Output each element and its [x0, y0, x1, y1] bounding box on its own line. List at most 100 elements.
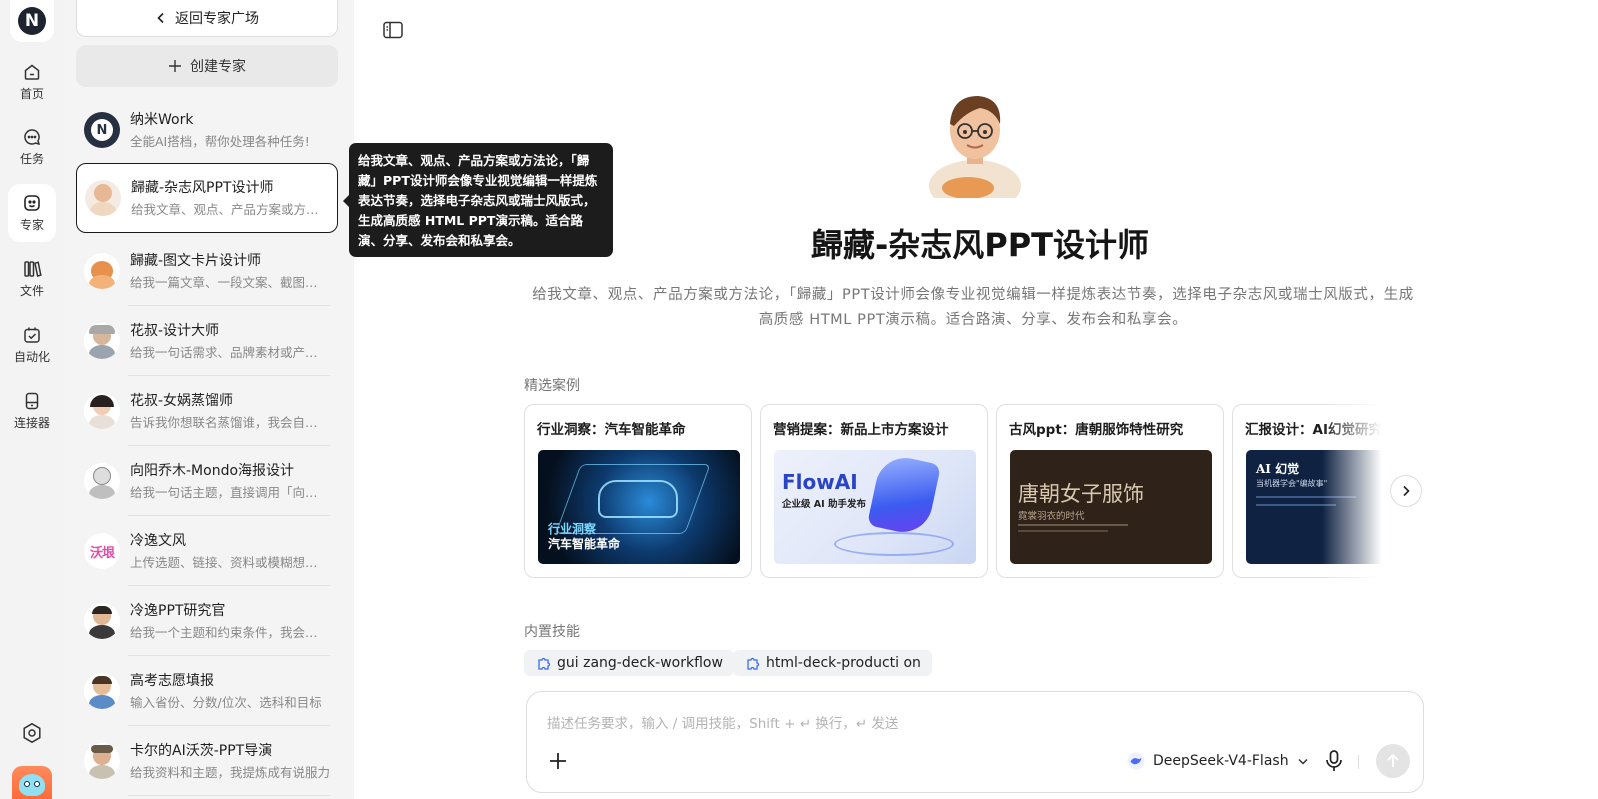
create-button-label: 创建专家 [190, 59, 246, 75]
expert-item[interactable]: 冷逸PPT研究官给我一个主题和约束条件，我会用研究 [76, 586, 338, 656]
expert-desc: 上传选题、链接、资料或模糊想法给我 [130, 554, 330, 570]
expert-title: 歸藏-杂志风PPT设计师 [810, 226, 1150, 264]
rail-label-tasks: 任务 [19, 152, 44, 166]
home-icon [24, 64, 40, 80]
expert-desc: 输入省份、分数/位次、选科和目标 [130, 694, 322, 710]
case-img-heading: 唐朝女子服饰 [1018, 482, 1144, 506]
rail-label-automation: 自动化 [13, 350, 50, 364]
model-selector[interactable]: DeepSeek-V4-Flash [1127, 750, 1309, 772]
puzzle-icon [538, 657, 551, 670]
add-attachment-icon[interactable] [547, 750, 569, 772]
books-icon [24, 261, 42, 277]
expert-name: 花叔-设计大师 [130, 322, 220, 339]
skill-label: gui zang-deck-workflow [557, 655, 723, 671]
back-button-label: 返回专家广场 [175, 11, 259, 27]
expert-item[interactable]: 高考志愿填报输入省份、分数/位次、选科和目标 [76, 656, 338, 726]
expert-item[interactable]: 向阳乔木-Mondo海报设计给我一句话主题，直接调用「向日葵」 [76, 446, 338, 516]
rail-label-experts: 专家 [19, 218, 44, 232]
case-img-sub: 霓裳羽衣的时代 [1018, 511, 1085, 522]
expert-logo-text: 沃垠 [89, 545, 115, 561]
expert-hero-avatar [929, 96, 1021, 198]
case-card[interactable]: 营销提案：新品上市方案设计 FlowAI 企业级 AI 助手发布 [760, 404, 988, 578]
expert-item-selected[interactable]: 歸藏-杂志风PPT设计师给我文章、观点、产品方案或方法论，「歸藏」PPT设计师会… [76, 163, 338, 233]
case-img-sub: 企业级 AI 助手发布 [782, 499, 867, 510]
case-card[interactable]: 古风ppt：唐朝服饰特性研究 唐朝女子服饰 霓裳羽衣的时代 [996, 404, 1224, 578]
carousel-fade [1322, 404, 1392, 580]
expert-avatar [84, 463, 120, 499]
case-img-brand: FlowAI [782, 470, 858, 494]
arrow-up-icon [1387, 753, 1399, 767]
rail-item-tasks[interactable]: 任务 [8, 118, 56, 176]
expert-desc: 给我一个主题和约束条件，我会用研究 [130, 624, 330, 640]
sidebar-toggle-icon[interactable] [383, 21, 403, 39]
chevron-down-icon [1298, 758, 1308, 765]
expert-item[interactable]: 歸藏-图文卡片设计师给我一篇文章、一段文案、截图或想法 [76, 236, 338, 306]
chat-bubble-icon [24, 129, 41, 146]
expert-name: 冷逸PPT研究官 [130, 602, 226, 619]
expert-avatar: 沃垠 [84, 533, 120, 569]
expert-avatar [85, 180, 121, 216]
case-carousel: 行业洞察：汽车智能革命 行业洞察 汽车智能革命 营销提案：新品上市方案设计 Fl… [524, 404, 1392, 580]
rail-item-files[interactable]: 文件 [8, 250, 56, 308]
case-title: 古风ppt：唐朝服饰特性研究 [1009, 422, 1184, 438]
case-img-sub: 当机器学会"编故事" [1256, 479, 1328, 488]
expert-name: 卡尔的AI沃茨-PPT导演 [130, 742, 273, 759]
rail-item-home[interactable]: 首页 [8, 53, 56, 111]
expert-name: 歸藏-图文卡片设计师 [130, 252, 262, 269]
expert-item[interactable]: 沃垠 冷逸文风上传选题、链接、资料或模糊想法给我 [76, 516, 338, 586]
user-avatar[interactable] [12, 766, 52, 799]
expert-name: 歸藏-杂志风PPT设计师 [131, 179, 274, 196]
expert-desc: 告诉我你想联名蒸馏谁，我会自动调研 [130, 414, 330, 430]
rail-label-files: 文件 [19, 284, 44, 298]
left-rail: N 首页 任务 专家 文件 自动化 连接器 [0, 0, 64, 799]
device-icon [25, 392, 39, 410]
skill-label: html-deck-producti on [766, 655, 921, 671]
puzzle-icon [747, 657, 760, 670]
expert-desc: 给我一篇文章、一段文案、截图或想法 [130, 274, 330, 290]
expert-name: 高考志愿填报 [130, 672, 214, 689]
composer-input[interactable]: 描述任务要求，输入 / 调用技能，Shift + ↵ 换行，↵ 发送 [547, 712, 898, 732]
case-card[interactable]: 行业洞察：汽车智能革命 行业洞察 汽车智能革命 [524, 404, 752, 578]
rail-item-connectors[interactable]: 连接器 [8, 382, 56, 440]
expert-desc: 给我文章、观点、产品方案或方法论，「歸藏」PPT设计师会像专业视觉编辑一样提炼表… [131, 201, 331, 217]
chevron-right-icon [1403, 485, 1410, 497]
carousel-next-button[interactable] [1390, 475, 1422, 507]
expert-item[interactable]: N 纳米Work 全能AI搭档，帮你处理各种任务! [76, 95, 338, 165]
cases-section-label: 精选案例 [524, 378, 580, 394]
rail-item-experts[interactable]: 专家 [8, 184, 56, 242]
calendar-check-icon [24, 327, 40, 343]
microphone-icon[interactable] [1323, 749, 1345, 773]
expert-name: 冷逸文风 [130, 532, 186, 549]
rail-item-automation[interactable]: 自动化 [8, 316, 56, 374]
expert-avatar [84, 743, 120, 779]
expert-name: 纳米Work [130, 111, 194, 128]
expert-item[interactable]: 花叔-女娲蒸馏师告诉我你想联名蒸馏谁，我会自动调研 [76, 376, 338, 446]
skill-chip[interactable]: gui zang-deck-workflow [524, 650, 734, 676]
plus-icon [169, 60, 181, 72]
expert-item[interactable]: 花叔-设计大师 给我一句话需求、品牌素材或产品截图 [76, 306, 338, 376]
message-composer[interactable]: 描述任务要求，输入 / 调用技能，Shift + ↵ 换行，↵ 发送 DeepS… [526, 691, 1424, 793]
expert-desc: 全能AI搭档，帮你处理各种任务! [130, 133, 310, 149]
rail-label-home: 首页 [19, 87, 44, 101]
logo-mark: N [18, 7, 46, 35]
create-expert-button[interactable]: 创建专家 [76, 45, 338, 87]
expert-avatar [84, 603, 120, 639]
deepseek-whale-icon [1127, 752, 1145, 770]
send-button[interactable] [1376, 744, 1410, 778]
expert-list-panel: 返回专家广场 创建专家 N 纳米Work 全能AI搭档，帮你处理各种任务! 歸藏-… [64, 0, 354, 799]
settings-icon[interactable] [20, 721, 44, 745]
expert-name: 花叔-女娲蒸馏师 [130, 392, 234, 409]
skills-section-label: 内置技能 [524, 624, 580, 640]
expert-item[interactable]: 卡尔的AI沃茨-PPT导演 给我资料和主题，我提炼成有说服力 [76, 726, 338, 796]
app-logo[interactable]: N [10, 0, 54, 42]
expert-desc: 给我一句话主题，直接调用「向日葵」 [130, 484, 330, 500]
expert-name: 向阳乔木-Mondo海报设计 [130, 462, 295, 479]
case-thumbnail: FlowAI 企业级 AI 助手发布 [774, 450, 976, 564]
rail-label-connectors: 连接器 [13, 416, 50, 430]
back-to-expert-plaza-button[interactable]: 返回专家广场 [76, 0, 338, 37]
expert-avatar: N [84, 112, 120, 148]
skill-chip[interactable]: html-deck-producti on [733, 650, 932, 676]
case-title: 行业洞察：汽车智能革命 [537, 422, 686, 438]
expert-avatar [84, 323, 120, 359]
expert-avatar [84, 253, 120, 289]
